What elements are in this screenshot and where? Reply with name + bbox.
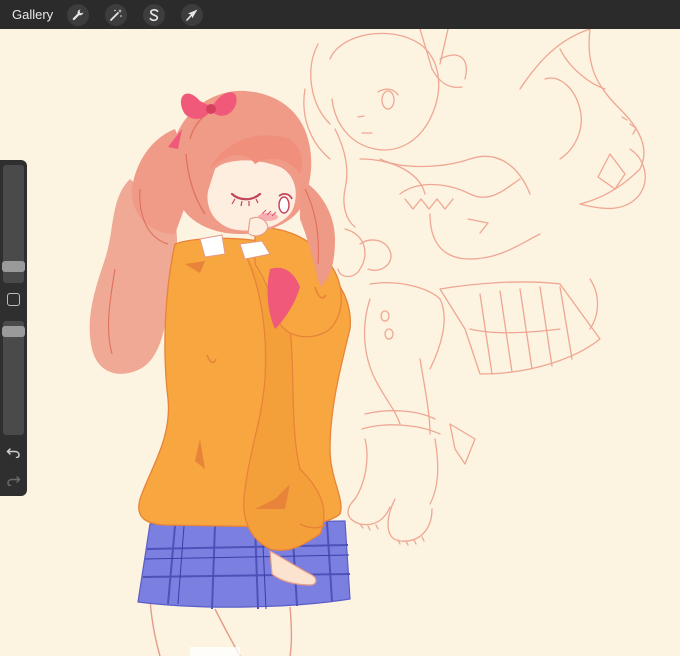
undo-icon[interactable] <box>6 446 21 458</box>
left-sidebar <box>0 160 27 496</box>
brush-size-slider[interactable] <box>2 165 25 283</box>
top-toolbar: Gallery <box>0 0 680 29</box>
selection-button[interactable] <box>143 3 166 26</box>
artwork <box>0 29 680 656</box>
drawing-canvas[interactable] <box>0 29 680 656</box>
transform-arrow-icon <box>186 9 198 21</box>
adjustments-button[interactable] <box>105 3 128 26</box>
opacity-thumb[interactable] <box>2 326 25 337</box>
actions-button[interactable] <box>67 3 90 26</box>
transform-button[interactable] <box>181 3 204 26</box>
redo-icon[interactable] <box>6 474 21 486</box>
modify-square-icon[interactable] <box>7 293 20 306</box>
opacity-slider[interactable] <box>2 321 25 435</box>
gallery-button[interactable]: Gallery <box>12 7 53 22</box>
magic-wand-icon <box>110 8 123 21</box>
wrench-icon <box>72 9 84 20</box>
brush-size-thumb[interactable] <box>2 261 25 272</box>
selection-s-icon <box>149 8 159 21</box>
